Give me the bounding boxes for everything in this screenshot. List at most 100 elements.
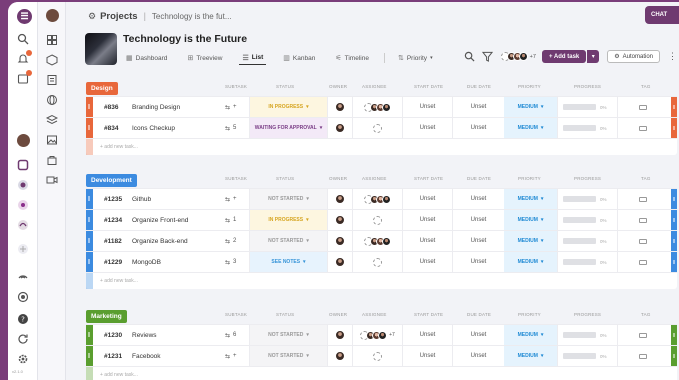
row-drag-handle[interactable]	[86, 231, 93, 251]
add-new-task-row[interactable]: + add new task...	[86, 366, 677, 380]
start-date-cell[interactable]: Unset	[402, 346, 452, 366]
search-icon[interactable]	[464, 51, 476, 62]
owner-cell[interactable]	[327, 325, 352, 345]
priority-badge[interactable]: MEDIUM ▾	[504, 346, 557, 366]
row-drag-handle[interactable]	[86, 210, 93, 230]
table-row[interactable]: #1235 Github ⇆ + NOT STARTED ▾ Unset Unset MEDIU…	[86, 188, 677, 209]
table-row[interactable]: #1230 Reviews ⇆ 6 NOT STARTED ▾ +7 Unset Unset ME…	[86, 324, 677, 345]
assignee-cell[interactable]	[352, 118, 402, 138]
notifications-bell-icon[interactable]	[16, 50, 32, 66]
record-icon[interactable]	[16, 290, 30, 304]
add-task-button[interactable]: + Add task	[541, 50, 587, 63]
row-drag-handle[interactable]	[86, 118, 93, 138]
start-date-cell[interactable]: Unset	[402, 210, 452, 230]
due-date-cell[interactable]: Unset	[452, 325, 504, 345]
due-date-cell[interactable]: Unset	[452, 210, 504, 230]
search-icon[interactable]	[16, 32, 30, 46]
project-members[interactable]: +7	[500, 52, 536, 61]
document-nav-icon[interactable]	[45, 73, 59, 87]
owner-cell[interactable]	[327, 252, 352, 272]
due-date-cell[interactable]: Unset	[452, 231, 504, 251]
workspace-icon-3[interactable]	[16, 198, 30, 212]
status-badge[interactable]: NOT STARTED ▾	[249, 189, 327, 209]
subtask-cell[interactable]: ⇆ 2	[225, 231, 236, 251]
assignee-cell[interactable]	[352, 231, 402, 251]
status-badge[interactable]: NOT STARTED ▾	[249, 346, 327, 366]
table-row[interactable]: #1182 Organize Back-end ⇆ 2 NOT STARTED ▾ Unse…	[86, 230, 677, 251]
task-name[interactable]: Github	[132, 189, 151, 209]
settings-gear-icon[interactable]	[16, 352, 30, 366]
tag-cell[interactable]	[617, 252, 668, 272]
table-row[interactable]: #1229 MongoDB ⇆ 3 SEE NOTES ▾ Unset Unset MEDIUM…	[86, 251, 677, 272]
tab-dashboard[interactable]: ▦ Dashboard	[123, 51, 170, 65]
start-date-cell[interactable]: Unset	[402, 189, 452, 209]
more-options-icon[interactable]: ⋮	[668, 51, 677, 62]
due-date-cell[interactable]: Unset	[452, 252, 504, 272]
chat-button[interactable]: CHAT	[645, 6, 679, 24]
row-drag-handle[interactable]	[86, 189, 93, 209]
row-drag-handle[interactable]	[86, 252, 93, 272]
owner-cell[interactable]	[327, 210, 352, 230]
tab-list[interactable]: ☰ List	[239, 51, 267, 65]
priority-badge[interactable]: MEDIUM ▾	[504, 97, 557, 117]
account-avatar[interactable]	[46, 9, 59, 22]
table-row[interactable]: #1231 Facebook ⇆ + NOT STARTED ▾ Unset Unset MED…	[86, 345, 677, 366]
owner-cell[interactable]	[327, 231, 352, 251]
assignee-cell[interactable]	[352, 210, 402, 230]
group-label[interactable]: Design	[86, 81, 118, 95]
assignee-cell[interactable]	[352, 346, 402, 366]
user-avatar[interactable]	[17, 134, 30, 147]
tab-timeline[interactable]: ⚟ Timeline	[332, 51, 372, 65]
tag-cell[interactable]	[617, 325, 668, 345]
add-workspace-icon[interactable]	[16, 242, 30, 256]
broadcast-icon[interactable]	[16, 268, 30, 282]
assignee-cell[interactable]: +7	[352, 325, 402, 345]
owner-cell[interactable]	[327, 97, 352, 117]
row-drag-handle[interactable]	[86, 346, 93, 366]
priority-badge[interactable]: MEDIUM ▾	[504, 252, 557, 272]
priority-badge[interactable]: MEDIUM ▾	[504, 118, 557, 138]
inbox-icon[interactable]	[16, 70, 32, 86]
task-name[interactable]: Branding Design	[132, 97, 180, 117]
automation-button[interactable]: ⚙ Automation	[607, 50, 660, 63]
box-nav-icon[interactable]	[45, 53, 59, 67]
workspace-icon[interactable]	[16, 158, 30, 172]
tag-cell[interactable]	[617, 189, 668, 209]
owner-cell[interactable]	[327, 346, 352, 366]
tag-cell[interactable]	[617, 210, 668, 230]
help-icon[interactable]: ?	[16, 312, 30, 326]
dashboard-nav-icon[interactable]	[45, 33, 59, 47]
start-date-cell[interactable]: Unset	[402, 252, 452, 272]
image-nav-icon[interactable]	[45, 133, 59, 147]
subtask-cell[interactable]: ⇆ +	[225, 189, 237, 209]
row-drag-handle[interactable]	[86, 325, 93, 345]
priority-badge[interactable]: MEDIUM ▾	[504, 189, 557, 209]
table-row[interactable]: #834 Icons Checkup ⇆ 5 WAITING FOR APPROVAL ▾…	[86, 117, 677, 138]
due-date-cell[interactable]: Unset	[452, 118, 504, 138]
status-badge[interactable]: SEE NOTES ▾	[249, 252, 327, 272]
owner-cell[interactable]	[327, 189, 352, 209]
subtask-cell[interactable]: ⇆ 5	[225, 118, 236, 138]
task-name[interactable]: MongoDB	[132, 252, 161, 272]
owner-cell[interactable]	[327, 118, 352, 138]
table-row[interactable]: #1234 Organize Front-end ⇆ 1 IN PROGRESS ▾ Uns…	[86, 209, 677, 230]
subtask-cell[interactable]: ⇆ 1	[225, 210, 236, 230]
priority-badge[interactable]: MEDIUM ▾	[504, 231, 557, 251]
group-label[interactable]: Development	[86, 173, 137, 187]
subtask-cell[interactable]: ⇆ +	[225, 97, 237, 117]
status-badge[interactable]: IN PROGRESS ▾	[249, 210, 327, 230]
add-task-dropdown[interactable]: ▾	[587, 50, 600, 63]
workspace-icon-4[interactable]	[16, 218, 30, 232]
sort-priority-dropdown[interactable]: ⇅ Priority ▾	[395, 51, 436, 65]
assignee-cell[interactable]	[352, 97, 402, 117]
start-date-cell[interactable]: Unset	[402, 231, 452, 251]
status-badge[interactable]: WAITING FOR APPROVAL ▾	[249, 118, 327, 138]
assignee-cell[interactable]	[352, 189, 402, 209]
priority-badge[interactable]: MEDIUM ▾	[504, 325, 557, 345]
filter-icon[interactable]	[481, 51, 494, 62]
subtask-cell[interactable]: ⇆ +	[225, 346, 237, 366]
task-name[interactable]: Reviews	[132, 325, 157, 345]
task-name[interactable]: Organize Front-end	[132, 210, 188, 230]
video-nav-icon[interactable]	[45, 173, 59, 187]
assignee-cell[interactable]	[352, 252, 402, 272]
